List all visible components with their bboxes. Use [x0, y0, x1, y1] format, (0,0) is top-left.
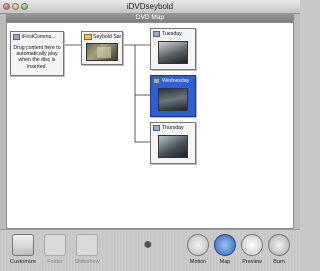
minimize-button[interactable] — [12, 3, 19, 10]
folder-icon — [44, 234, 66, 256]
slideshow-icon — [76, 234, 98, 256]
map-item-label: Thursday — [162, 125, 184, 131]
menu-card[interactable]: Seybold San... — [81, 31, 123, 65]
map-item-label: Tuesday — [162, 31, 182, 37]
folder-button[interactable]: Folder — [38, 234, 72, 265]
movie-icon — [13, 34, 20, 40]
wednesday-thumbnail — [158, 88, 188, 111]
apple-logo-icon: ● — [143, 236, 153, 253]
burn-icon — [268, 234, 290, 256]
slideshow-button[interactable]: Slideshow — [70, 234, 104, 265]
map-item-thursday[interactable]: Thursday — [150, 122, 196, 164]
movie-icon — [153, 31, 160, 37]
thursday-thumbnail — [158, 135, 188, 158]
map-item-wednesday[interactable]: Wednesday — [150, 75, 196, 117]
customize-icon — [12, 234, 34, 256]
zoom-button[interactable] — [21, 3, 28, 10]
window-title: iDVDseybold — [126, 2, 174, 11]
menu-icon — [84, 34, 92, 40]
autoplay-message: Drug content here to automatically play … — [13, 45, 61, 70]
movie-icon — [153, 78, 160, 84]
view-title-bar: DVD Map — [6, 13, 294, 22]
close-button[interactable] — [3, 3, 10, 10]
app-window: iDVDseybold DVD Map iFirstCommu... Drug … — [0, 0, 300, 271]
menu-card-label: Seybold San... — [93, 34, 121, 40]
motion-icon — [187, 234, 209, 256]
view-title: DVD Map — [135, 14, 165, 21]
customize-button[interactable]: Customize — [6, 234, 40, 265]
title-bar[interactable]: iDVDseybold — [0, 0, 300, 14]
burn-button[interactable]: Burn — [262, 234, 296, 265]
movie-icon — [153, 125, 160, 131]
tuesday-thumbnail — [158, 41, 188, 64]
map-item-label: Wednesday — [162, 78, 190, 84]
menu-thumbnail — [86, 43, 118, 61]
autoplay-card[interactable]: iFirstCommu... Drug content here to auto… — [10, 31, 64, 76]
autoplay-card-label: iFirstCommu... — [22, 34, 56, 40]
dvd-map-canvas[interactable]: iFirstCommu... Drug content here to auto… — [6, 22, 294, 229]
map-item-tuesday[interactable]: Tuesday — [150, 28, 196, 70]
play-icon — [241, 234, 263, 256]
map-icon — [214, 234, 236, 256]
